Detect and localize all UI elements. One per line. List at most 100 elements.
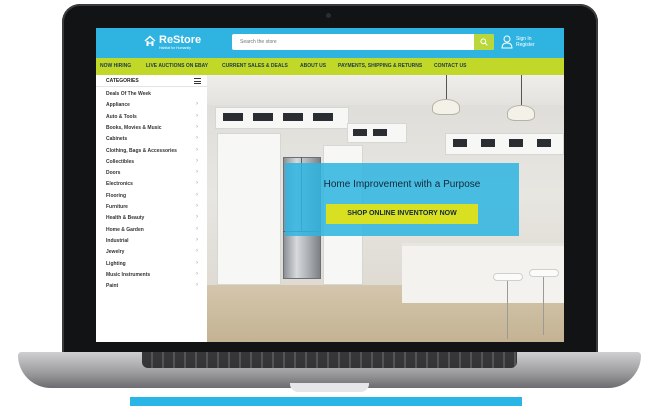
category-header: CATEGORIES [96, 75, 207, 87]
category-item[interactable]: Collectibles › [96, 157, 207, 168]
chevron-right-icon: › [196, 203, 198, 209]
category-label: Collectibles [106, 158, 135, 165]
hero-pendant-cord [521, 75, 522, 105]
nav-contact-us[interactable]: CONTACT US [434, 58, 466, 75]
category-label: Appliance [106, 102, 130, 109]
category-item[interactable]: Lighting › [96, 259, 207, 270]
hero-cabinet-glass [313, 113, 333, 121]
hero-bar-stool [493, 273, 523, 281]
category-item[interactable]: Clothing, Bags & Accessories › [96, 146, 207, 157]
user-icon [501, 35, 513, 49]
category-label: Home & Garden [106, 226, 144, 233]
search-icon [480, 38, 488, 46]
hero-bar-stool [529, 269, 559, 277]
category-item[interactable]: Home & Garden › [96, 225, 207, 236]
category-item[interactable]: Health & Beauty › [96, 213, 207, 224]
chevron-right-icon: › [196, 123, 198, 130]
category-sidebar: CATEGORIES Deals Of The Week Appliance › Au… [96, 75, 207, 342]
account-menu[interactable]: Sign In Register [501, 34, 549, 52]
hero-pendant-cord [446, 75, 447, 99]
category-label: Books, Movies & Music [106, 124, 162, 131]
category-item[interactable]: Doors › [96, 168, 207, 179]
chevron-right-icon: › [196, 214, 198, 221]
category-item[interactable]: Industrial › [96, 236, 207, 247]
hero-cabinet-glass [223, 113, 243, 121]
category-item[interactable]: Deals Of The Week [96, 89, 207, 100]
category-label: Jewelry [106, 249, 125, 256]
chevron-right-icon: › [196, 157, 198, 164]
hero-cabinet-glass [537, 139, 551, 147]
laptop-screen: ReStore Habitat for Humanity Sign In Reg… [96, 28, 564, 342]
chevron-right-icon: › [196, 259, 198, 266]
restore-logo[interactable]: ReStore Habitat for Humanity [144, 34, 202, 52]
chevron-right-icon: › [196, 112, 198, 119]
chevron-right-icon: › [196, 191, 198, 198]
hero-cabinet-glass [373, 129, 387, 136]
main-nav: NOW HIRING LIVE AUCTIONS ON EBAY CURRENT… [96, 58, 564, 75]
category-label: Auto & Tools [106, 113, 137, 120]
habitat-house-icon [144, 35, 156, 46]
hero-pendant-light [432, 99, 460, 115]
shop-inventory-button[interactable]: SHOP ONLINE INVENTORY NOW [326, 204, 478, 224]
laptop-stand-bar [130, 397, 522, 406]
category-label: Lighting [106, 260, 126, 267]
hero-cabinet-glass [353, 129, 367, 136]
chevron-right-icon: › [196, 282, 198, 289]
category-label: Music Instruments [106, 271, 151, 278]
brand-name: ReStore [159, 34, 202, 46]
chevron-right-icon: › [196, 101, 198, 108]
category-item[interactable]: Music Instruments › [96, 270, 207, 281]
chevron-right-icon: › [196, 225, 198, 232]
category-item[interactable]: Electronics › [96, 179, 207, 190]
category-label: Flooring [106, 192, 126, 199]
hero-stool-leg [543, 277, 544, 335]
site-header: ReStore Habitat for Humanity Sign In Reg… [96, 28, 564, 58]
category-item[interactable]: Furniture › [96, 202, 207, 213]
brand-tagline: Habitat for Humanity [159, 46, 191, 50]
hero-cabinet-glass [481, 139, 495, 147]
hero-cabinet-glass [509, 139, 523, 147]
category-label: Paint [106, 283, 119, 290]
chevron-right-icon: › [196, 180, 198, 187]
category-item[interactable]: Paint › [96, 281, 207, 292]
search-input[interactable] [232, 34, 474, 50]
category-label: Clothing, Bags & Accessories [106, 147, 177, 154]
register-link[interactable]: Register [516, 42, 535, 48]
hero-pendant-light [507, 105, 535, 121]
chevron-right-icon: › [196, 236, 198, 243]
nav-now-hiring[interactable]: NOW HIRING [100, 58, 131, 75]
category-label: Industrial [106, 237, 129, 244]
hero-cabinet-glass [253, 113, 273, 121]
category-item[interactable]: Jewelry › [96, 247, 207, 258]
chevron-right-icon: › [196, 270, 198, 277]
hero-kitchen-ceiling [207, 75, 564, 105]
category-item[interactable]: Books, Movies & Music › [96, 123, 207, 134]
list-icon[interactable] [194, 78, 201, 84]
hero-stool-leg [507, 281, 508, 339]
hero-headline: Home Improvement with a Purpose [323, 179, 481, 190]
nav-payments-shipping[interactable]: PAYMENTS, SHIPPING & RETURNS [338, 58, 422, 75]
chevron-right-icon: › [196, 248, 198, 255]
category-label: Cabinets [106, 136, 128, 143]
hero-pantry-cabinets [217, 133, 281, 285]
category-item[interactable]: Flooring › [96, 191, 207, 202]
nav-about-us[interactable]: ABOUT US [300, 58, 326, 75]
category-label: Health & Beauty [106, 215, 145, 222]
category-title: CATEGORIES [106, 78, 139, 84]
category-item[interactable]: Cabinets › [96, 134, 207, 145]
hero-cabinet-glass [283, 113, 303, 121]
search-button[interactable] [474, 34, 494, 50]
laptop-keyboard [142, 352, 517, 368]
category-label: Furniture [106, 204, 128, 210]
webcam [326, 13, 331, 18]
hero-cabinet-glass [453, 139, 467, 147]
category-label: Electronics [106, 181, 133, 188]
chevron-right-icon: › [196, 146, 198, 153]
nav-live-auctions[interactable]: LIVE AUCTIONS ON EBAY [146, 58, 208, 75]
category-label: Deals Of The Week [106, 91, 151, 97]
category-item[interactable]: Appliance › [96, 100, 207, 111]
nav-current-sales[interactable]: CURRENT SALES & DEALS [222, 58, 288, 75]
search-bar [232, 34, 494, 50]
category-label: Doors [106, 170, 121, 177]
category-item[interactable]: Auto & Tools › [96, 112, 207, 123]
